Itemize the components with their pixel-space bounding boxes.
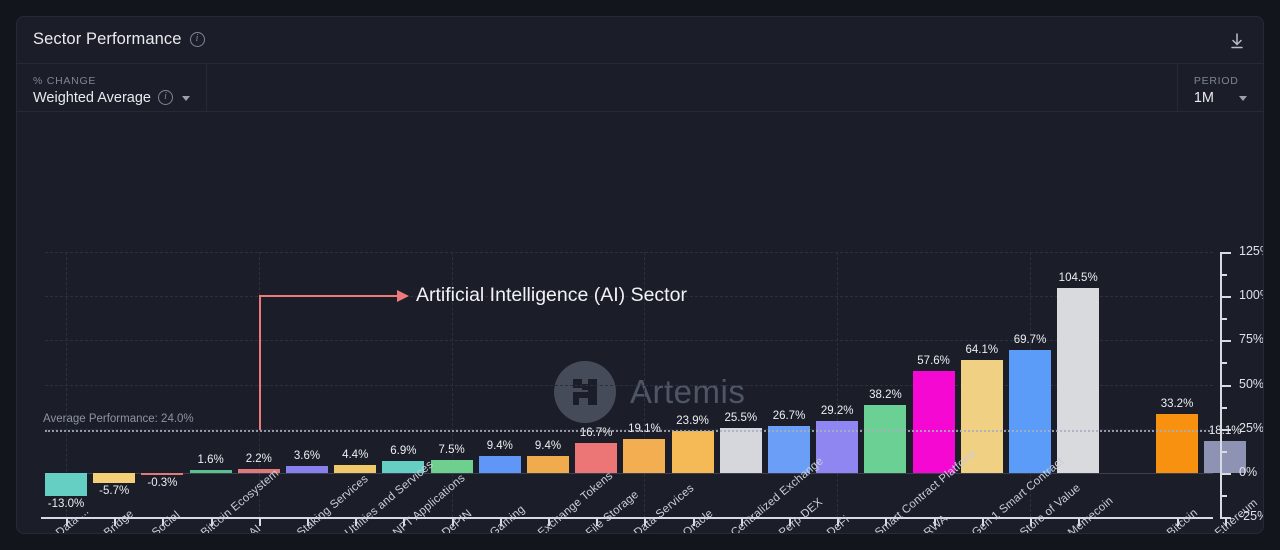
annotation-text: Artificial Intelligence (AI) Sector [416, 284, 687, 306]
x-axis-label: Bridge [102, 507, 137, 534]
bar-chart: Artemis -13.0% -5.7% -0.3% 1.6% 2.2% 3.6% 4.4%… [17, 112, 1264, 534]
bar[interactable] [575, 443, 618, 473]
y-axis-label: 0% [1239, 464, 1258, 479]
y-axis-minor-tick [1220, 406, 1227, 409]
info-icon[interactable]: i [157, 90, 173, 105]
chevron-down-icon[interactable] [1239, 96, 1247, 101]
bar-value-label: 69.7% [1013, 333, 1047, 346]
bar[interactable] [141, 472, 184, 475]
x-axis-label: DePIN [439, 507, 475, 534]
change-metric-label: % CHANGE [33, 74, 97, 87]
bar-value-label: 38.2% [869, 389, 902, 402]
page-title: Sector Performance [33, 30, 182, 48]
bar-value-label: 29.2% [820, 405, 854, 418]
y-axis-tick [1220, 472, 1231, 475]
y-axis-label: 100% [1239, 288, 1263, 303]
bar[interactable] [1057, 288, 1100, 473]
average-performance-line [45, 430, 1213, 433]
period-value: 1M [1193, 89, 1214, 106]
y-axis-tick [1220, 296, 1231, 299]
bar[interactable] [864, 405, 907, 473]
title-group: Sector Performance i [33, 30, 205, 49]
annotation-leader-vertical [258, 295, 261, 431]
bar[interactable] [430, 459, 473, 473]
y-axis-label: -25% [1239, 509, 1263, 523]
y-axis-label: 75% [1239, 332, 1264, 347]
y-axis-minor-tick [1220, 494, 1227, 497]
bar-value-label: -0.3% [147, 476, 178, 489]
bar[interactable] [1156, 414, 1198, 473]
download-icon[interactable] [1227, 31, 1247, 51]
chevron-down-icon[interactable] [181, 96, 190, 101]
y-axis-minor-tick [1220, 450, 1227, 453]
y-axis-label: 50% [1239, 376, 1264, 391]
period-label: PERIOD [1193, 74, 1239, 87]
y-axis-tick [1220, 252, 1231, 254]
card-header: Sector Performance i [17, 17, 1263, 64]
bar[interactable] [912, 371, 955, 473]
annotation-leader-horizontal [258, 295, 400, 297]
bar[interactable] [1009, 349, 1051, 473]
bar[interactable] [286, 466, 328, 473]
y-axis-label: 25% [1239, 420, 1264, 435]
y-axis-tick [1220, 384, 1231, 387]
x-axis-label: RWA [921, 512, 950, 534]
gridline-horizontal [45, 252, 1213, 253]
bar-value-label: -13.0% [47, 497, 85, 510]
period-selector[interactable]: PERIOD 1M [1176, 64, 1263, 111]
bar[interactable] [334, 465, 377, 473]
y-axis-label: 125% [1239, 244, 1263, 258]
bar-value-label: 33.2% [1160, 398, 1194, 411]
y-axis-minor-tick [1220, 274, 1227, 277]
change-metric-selector[interactable]: % CHANGE Weighted Average i [17, 64, 207, 111]
artemis-logo-icon [554, 361, 616, 423]
average-performance-label: Average Performance: 24.0% [43, 413, 194, 426]
info-icon[interactable]: i [189, 32, 205, 47]
x-axis-label: Perp DEX [777, 496, 826, 534]
change-metric-value: Weighted Average [33, 89, 151, 106]
controls-row: % CHANGE Weighted Average i PERIOD 1M [17, 64, 1263, 112]
y-axis-minor-tick [1220, 362, 1227, 365]
bar[interactable] [189, 470, 232, 473]
x-axis-label: Bitcoin Ecosystem [198, 467, 281, 534]
x-axis-label: Bitcoin [1165, 506, 1201, 534]
y-axis-tick [1220, 340, 1231, 343]
x-axis-label: Memecoin [1066, 494, 1116, 534]
bar[interactable] [478, 456, 521, 473]
annotation-arrow-icon [397, 290, 409, 302]
bar-value-label: 57.6% [917, 355, 950, 368]
y-axis-tick [1220, 517, 1231, 519]
bar[interactable] [719, 427, 762, 473]
bar[interactable] [623, 439, 666, 473]
bar[interactable] [527, 456, 569, 473]
artemis-watermark-text: Artemis [630, 373, 746, 410]
bar-value-label: 104.5% [1058, 272, 1098, 285]
x-axis-tick [258, 517, 261, 526]
bar[interactable] [671, 430, 714, 473]
y-axis-minor-tick [1220, 318, 1227, 321]
x-axis-label: Oracle [680, 507, 716, 534]
x-axis-label: Social [150, 509, 184, 534]
bar-value-label: 9.4% [534, 440, 562, 453]
gridline-vertical [837, 252, 839, 517]
sector-performance-card: Sector Performance i % CHANGE Weighted A… [16, 16, 1264, 534]
y-axis-tick [1220, 428, 1231, 431]
